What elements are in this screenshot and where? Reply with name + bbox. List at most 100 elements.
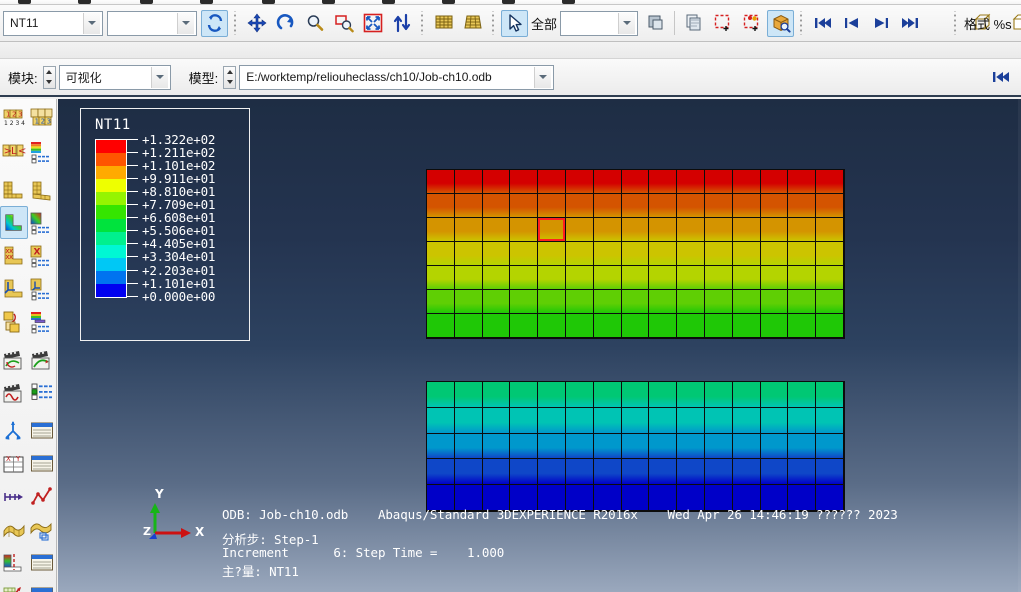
mesh-element[interactable] (677, 218, 705, 242)
mesh-element[interactable] (816, 266, 844, 290)
mesh-element[interactable] (565, 382, 594, 408)
mesh-element[interactable] (565, 242, 594, 266)
mesh-element[interactable] (649, 407, 678, 434)
allow-multiple-plot-states-button[interactable] (0, 305, 28, 338)
module-combo[interactable]: 可视化 (58, 64, 171, 90)
mesh-element[interactable] (427, 290, 455, 314)
probe-options-button[interactable] (28, 414, 56, 447)
mesh-element[interactable] (621, 170, 650, 194)
mesh-element[interactable] (510, 170, 539, 194)
path-create-button[interactable] (0, 480, 28, 513)
last-frame-button[interactable] (896, 10, 923, 37)
mesh-element[interactable] (704, 433, 733, 460)
ply-stack-plot-button[interactable] (0, 579, 28, 592)
mesh-element[interactable] (649, 433, 678, 460)
mesh-element[interactable] (704, 194, 733, 218)
mesh-element[interactable] (649, 218, 678, 242)
animate-scale-factor-button[interactable] (0, 343, 28, 376)
mesh-element[interactable] (677, 242, 705, 266)
mesh-element[interactable] (510, 382, 539, 408)
chevron-down-icon[interactable] (534, 66, 552, 88)
mesh-element[interactable] (454, 242, 483, 266)
mesh-element[interactable] (621, 194, 650, 218)
chevron-down-icon[interactable] (177, 12, 194, 34)
mesh-element[interactable] (427, 194, 455, 218)
mesh-element[interactable] (538, 290, 566, 314)
mesh-element[interactable] (565, 170, 594, 194)
mesh-element[interactable] (649, 170, 678, 194)
mesh-element[interactable] (565, 194, 594, 218)
toolbar-drag-grip-4[interactable] (798, 11, 806, 35)
contour-options-button[interactable] (28, 135, 56, 168)
mesh-element[interactable] (704, 290, 733, 314)
mesh-element[interactable] (454, 170, 483, 194)
mesh-element[interactable] (510, 433, 539, 460)
mesh-element[interactable] (788, 382, 817, 408)
plot-symbols-button[interactable]: xx xx (0, 239, 28, 272)
mesh-element[interactable] (649, 382, 678, 408)
material-orientation-options-button[interactable] (28, 272, 56, 305)
mesh-element[interactable] (621, 407, 650, 434)
mesh-element[interactable] (704, 382, 733, 408)
display-group-button[interactable] (642, 10, 669, 37)
mesh-element[interactable] (760, 382, 789, 408)
mesh-element[interactable] (510, 218, 539, 242)
box-zoom-button[interactable] (330, 10, 357, 37)
cycle-views-button[interactable] (388, 10, 415, 37)
mesh-element[interactable] (482, 170, 511, 194)
mesh-element[interactable] (454, 218, 483, 242)
mesh-element[interactable] (510, 266, 539, 290)
mesh-element[interactable] (510, 407, 539, 434)
replace-group-button[interactable] (680, 10, 707, 37)
view-cut-manager-button[interactable]: > L < (0, 135, 28, 168)
mesh-element[interactable] (760, 407, 789, 434)
context-first-frame-button[interactable] (987, 64, 1014, 91)
rotate-button[interactable] (272, 10, 299, 37)
toolbar-drag-grip[interactable] (232, 11, 239, 35)
mesh-element[interactable] (538, 459, 566, 486)
mesh-element[interactable] (538, 266, 566, 290)
mesh-element[interactable] (565, 459, 594, 486)
mesh-element[interactable] (816, 459, 844, 486)
chevron-down-icon[interactable] (83, 12, 100, 34)
mesh-element[interactable] (621, 382, 650, 408)
mesh-element[interactable] (816, 242, 844, 266)
mesh-element[interactable] (482, 218, 511, 242)
mesh-element[interactable] (677, 290, 705, 314)
mesh-element[interactable] (593, 407, 622, 434)
mesh-element[interactable] (677, 314, 705, 338)
mesh-element[interactable] (510, 459, 539, 486)
remove-group-button[interactable] (738, 10, 765, 37)
mesh-element[interactable] (816, 218, 844, 242)
plot-undeformed-button[interactable] (0, 173, 28, 206)
mesh-element[interactable] (704, 407, 733, 434)
mesh-element[interactable] (816, 194, 844, 218)
mesh-element[interactable] (732, 266, 761, 290)
mesh-element[interactable] (538, 433, 566, 460)
mesh-element[interactable] (649, 314, 678, 338)
mesh-element[interactable] (565, 266, 594, 290)
mesh-element[interactable] (732, 433, 761, 460)
mesh-element[interactable] (454, 407, 483, 434)
mesh-element[interactable] (732, 382, 761, 408)
contour-options-2-button[interactable] (28, 206, 56, 239)
mesh-element[interactable] (816, 382, 844, 408)
mesh-element[interactable] (732, 170, 761, 194)
mesh-element[interactable] (510, 194, 539, 218)
mesh-element[interactable] (677, 459, 705, 486)
mesh-element[interactable] (732, 290, 761, 314)
toolbar-drag-grip-5[interactable] (952, 11, 960, 35)
xy-plot-button[interactable] (28, 480, 56, 513)
animate-time-history-button[interactable] (28, 343, 56, 376)
mesh-element[interactable] (454, 459, 483, 486)
mesh-element[interactable] (760, 459, 789, 486)
mesh-element[interactable] (732, 218, 761, 242)
stress-linearization-button[interactable] (0, 546, 28, 579)
mesh-element[interactable] (593, 242, 622, 266)
chevron-down-icon[interactable] (618, 12, 636, 34)
mesh-element[interactable] (621, 242, 650, 266)
mesh-element[interactable] (788, 433, 817, 460)
plot-deformed-button[interactable] (28, 173, 56, 206)
mesh-element[interactable] (427, 170, 455, 194)
mesh-element[interactable] (454, 433, 483, 460)
